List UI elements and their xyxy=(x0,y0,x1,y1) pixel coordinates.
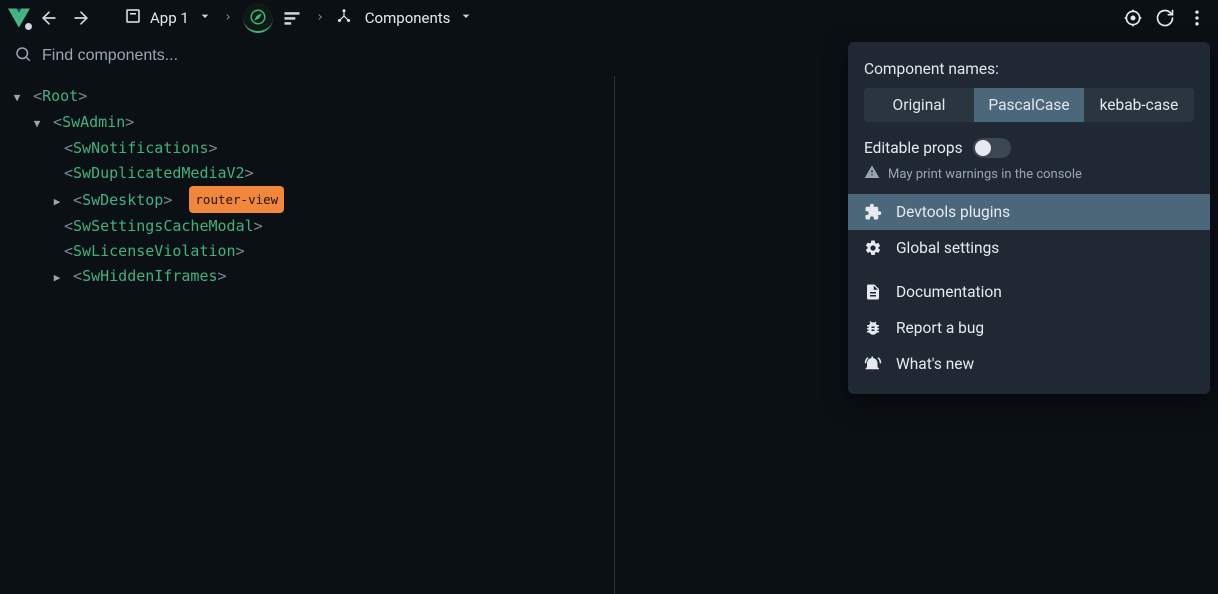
settings-popover: Component names: Original PascalCase keb… xyxy=(848,42,1210,394)
tree-node-swnotifications[interactable]: <SwNotifications> xyxy=(10,136,604,161)
naming-option-pascalcase[interactable]: PascalCase xyxy=(974,88,1084,122)
expand-toggle-icon[interactable]: ▼ xyxy=(30,111,44,136)
editable-props-toggle[interactable] xyxy=(973,138,1011,158)
app-icon xyxy=(124,7,142,29)
naming-option-original[interactable]: Original xyxy=(864,88,974,122)
back-button[interactable] xyxy=(36,5,62,31)
timeline-button[interactable] xyxy=(279,5,305,31)
warning-icon xyxy=(864,164,880,184)
component-names-heading: Component names: xyxy=(864,60,1194,78)
component-tree: ▼ <Root> ▼ <SwAdmin> <SwNotifications> <… xyxy=(0,76,615,594)
expand-toggle-icon[interactable]: ▶ xyxy=(50,265,64,290)
app-selector[interactable]: App 1 xyxy=(124,7,213,29)
tree-node-swadmin[interactable]: ▼ <SwAdmin> xyxy=(10,110,604,136)
app-selector-label: App 1 xyxy=(150,9,189,27)
components-tree-icon xyxy=(335,7,353,29)
router-view-badge: router-view xyxy=(189,186,284,213)
tree-node-swduplicatedmediav2[interactable]: <SwDuplicatedMediaV2> xyxy=(10,161,604,186)
editable-props-label: Editable props xyxy=(864,139,963,157)
naming-option-kebabcase[interactable]: kebab-case xyxy=(1084,88,1194,122)
more-menu-button[interactable] xyxy=(1184,5,1210,31)
forward-button[interactable] xyxy=(68,5,94,31)
tree-node-swhiddeniframes[interactable]: ▶ <SwHiddenIframes> xyxy=(10,264,604,290)
menu-item-devtools-plugins[interactable]: Devtools plugins xyxy=(848,194,1210,230)
search-input[interactable] xyxy=(42,47,342,65)
menu-item-whats-new[interactable]: What's new xyxy=(848,346,1210,382)
editable-props-warning: May print warnings in the console xyxy=(864,164,1194,184)
tree-node-swdesktop[interactable]: ▶ <SwDesktop> router-view xyxy=(10,186,604,214)
inspector-compass-button[interactable] xyxy=(243,3,273,33)
menu-item-report-a-bug[interactable]: Report a bug xyxy=(848,310,1210,346)
toolbar: App 1 Components xyxy=(0,0,1218,36)
tree-node-swsettingscachemodal[interactable]: <SwSettingsCacheModal> xyxy=(10,214,604,239)
expand-toggle-icon[interactable]: ▶ xyxy=(50,189,64,214)
vue-logo-icon xyxy=(8,7,30,29)
focus-button[interactable] xyxy=(1120,5,1146,31)
menu-item-global-settings[interactable]: Global settings xyxy=(848,230,1210,266)
tree-node-swlicenseviolation[interactable]: <SwLicenseViolation> xyxy=(10,239,604,264)
components-dropdown[interactable]: Components xyxy=(335,7,475,29)
refresh-button[interactable] xyxy=(1152,5,1178,31)
caret-down-icon xyxy=(197,8,213,28)
caret-down-icon xyxy=(458,8,474,28)
search-icon xyxy=(14,45,32,67)
breadcrumb-separator-icon xyxy=(219,10,237,26)
expand-toggle-icon[interactable]: ▼ xyxy=(10,85,24,110)
components-label: Components xyxy=(365,9,451,27)
component-names-segmented: Original PascalCase kebab-case xyxy=(864,88,1194,122)
breadcrumb-separator-icon xyxy=(311,10,329,26)
tree-node-root[interactable]: ▼ <Root> xyxy=(10,84,604,110)
menu-item-documentation[interactable]: Documentation xyxy=(848,274,1210,310)
